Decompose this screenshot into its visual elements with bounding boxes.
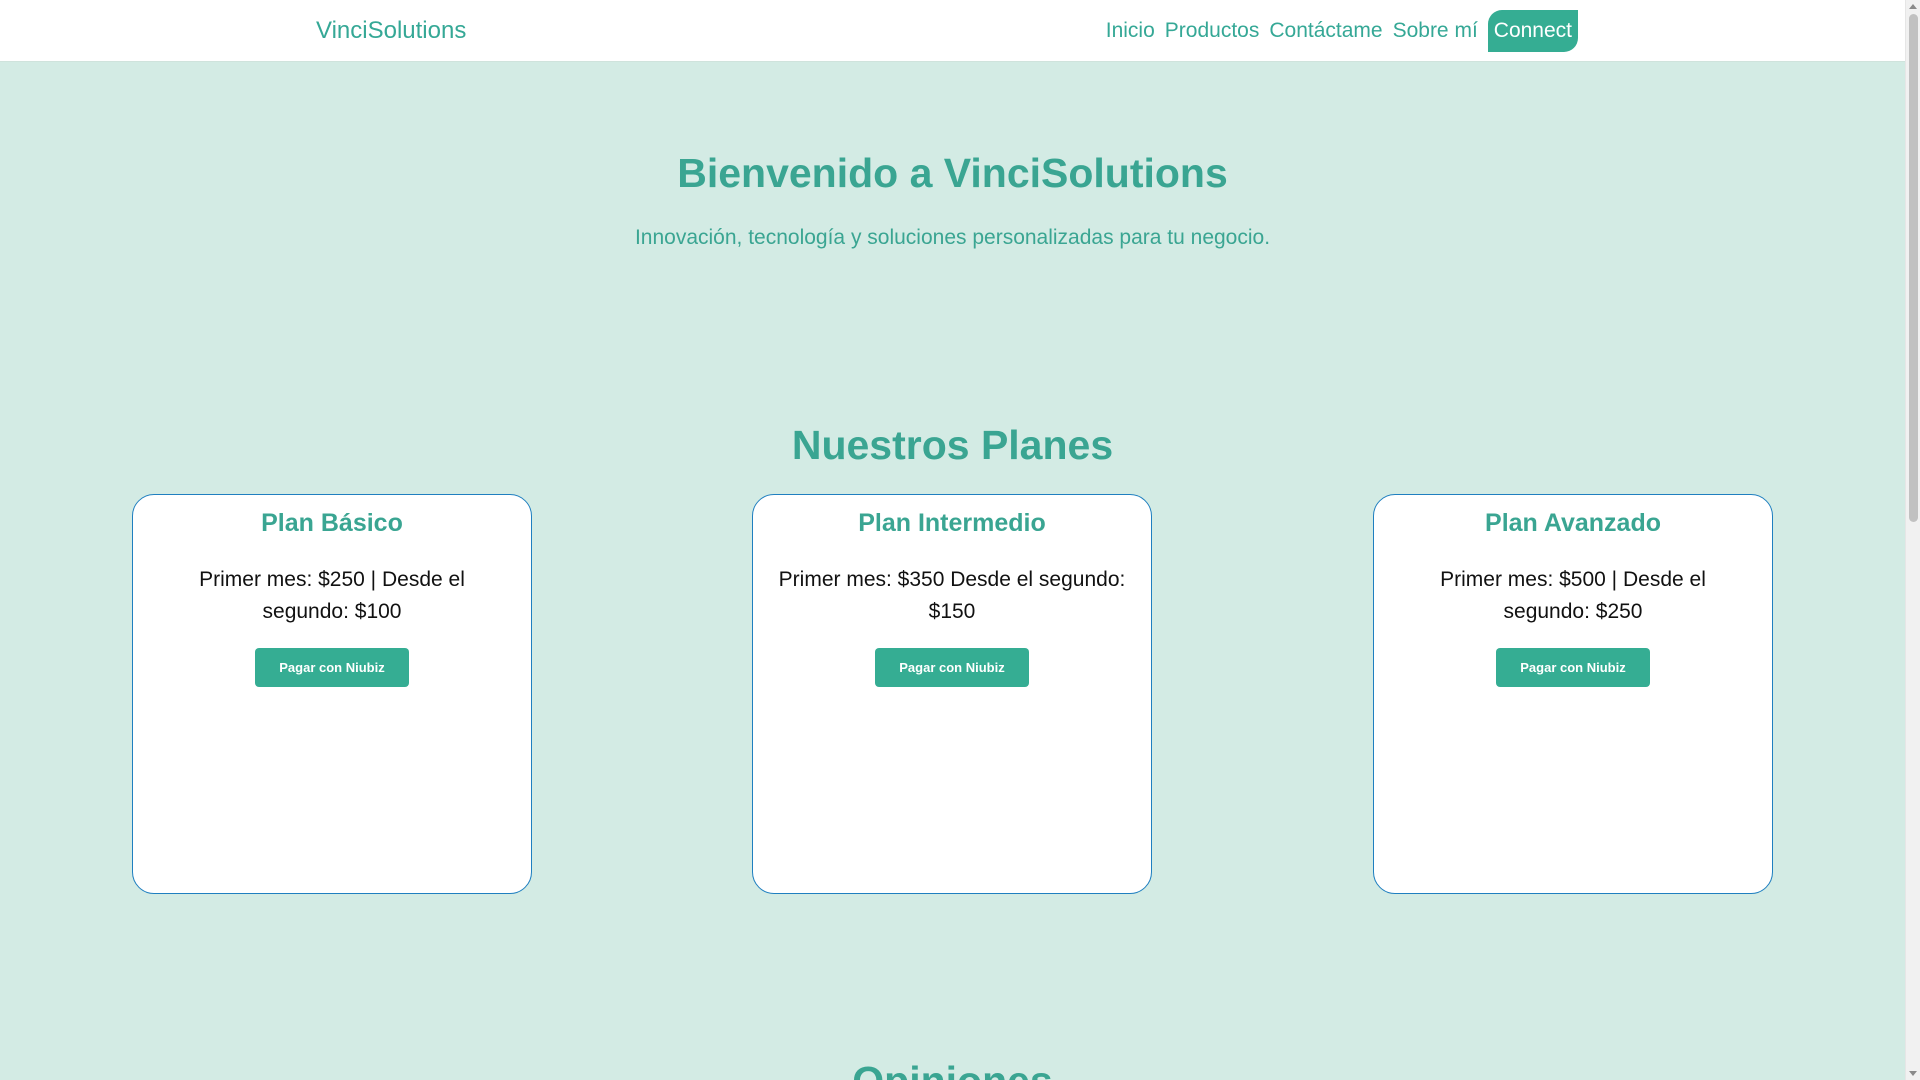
navbar: VinciSolutions Inicio Productos Contácta… (0, 0, 1905, 62)
nav-link-sobre-mi[interactable]: Sobre mí (1393, 19, 1478, 43)
scroll-down-arrow-icon[interactable] (1909, 1071, 1917, 1076)
plan-card-intermedio: Plan Intermedio Primer mes: $350 Desde e… (752, 494, 1152, 894)
nav-links: Inicio Productos Contáctame Sobre mí Con… (1106, 10, 1578, 52)
plan-price: Primer mes: $250 | Desde el segundo: $10… (199, 568, 465, 623)
page: VinciSolutions Inicio Productos Contácta… (0, 0, 1920, 1080)
plan-card-basico: Plan Básico Primer mes: $250 | Desde el … (132, 494, 532, 894)
page-scrollbar[interactable] (1905, 0, 1920, 1080)
nav-link-inicio[interactable]: Inicio (1106, 19, 1155, 43)
plan-card-avanzado: Plan Avanzado Primer mes: $500 | Desde e… (1373, 494, 1773, 894)
plans-section-title: Nuestros Planes (791, 422, 1114, 468)
pay-niubiz-button[interactable]: Pagar con Niubiz (255, 648, 409, 687)
scrollbar-thumb[interactable] (1909, 14, 1918, 522)
pay-niubiz-button[interactable]: Pagar con Niubiz (875, 648, 1029, 687)
pay-niubiz-button[interactable]: Pagar con Niubiz (1496, 648, 1650, 687)
brand-logo-link[interactable]: VinciSolutions (316, 17, 466, 45)
nav-link-productos[interactable]: Productos (1165, 19, 1260, 43)
plan-name: Plan Avanzado (1485, 509, 1661, 537)
hero-title: Bienvenido a VinciSolutions (677, 150, 1228, 196)
connect-button[interactable]: Connect (1487, 10, 1578, 52)
nav-link-contactame[interactable]: Contáctame (1269, 19, 1382, 43)
plan-name: Plan Básico (261, 509, 403, 537)
plan-price: Primer mes: $500 | Desde el segundo: $25… (1440, 568, 1706, 623)
opinions-section-title: Opiniones (0, 1058, 1905, 1080)
hero-subtitle: Innovación, tecnología y soluciones pers… (634, 226, 1271, 249)
plan-name: Plan Intermedio (858, 509, 1046, 537)
scroll-up-arrow-icon[interactable] (1909, 4, 1917, 9)
plan-price: Primer mes: $350 Desde el segundo: $150 (778, 568, 1126, 623)
